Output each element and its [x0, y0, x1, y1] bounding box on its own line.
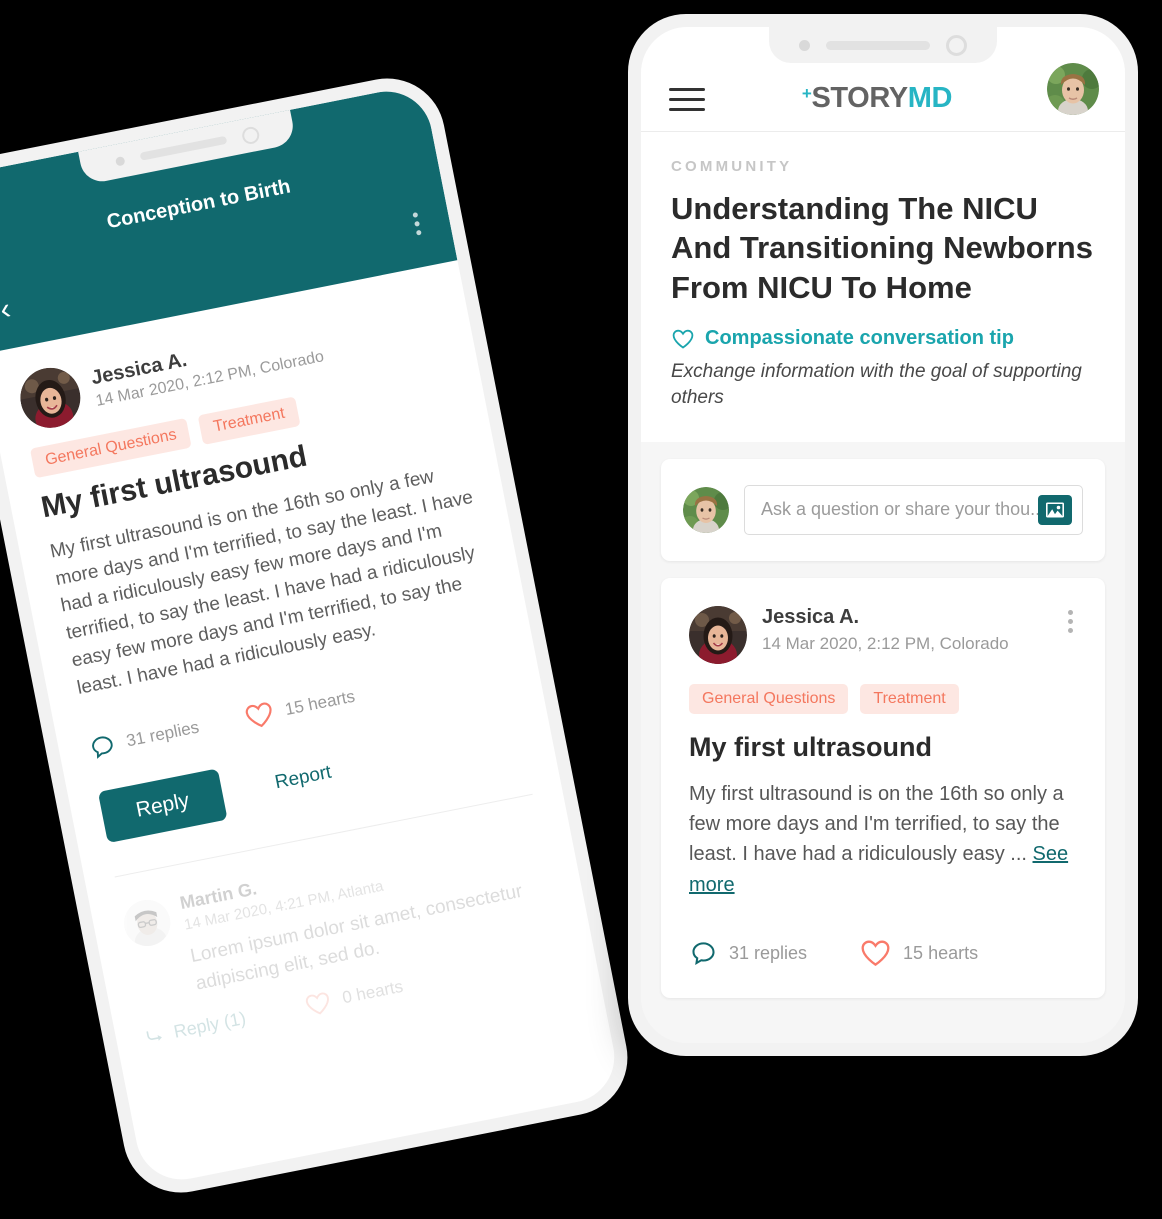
replies-action[interactable]: 31 replies	[87, 714, 202, 762]
comment-bubble-icon	[92, 736, 113, 759]
compose-row	[661, 459, 1105, 561]
left-post-container: Jessica A. 14 Mar 2020, 2:12 PM, Colorad…	[0, 260, 562, 884]
post-actions: 31 replies 15 hearts	[689, 938, 1077, 968]
back-button[interactable]: ‹	[0, 292, 13, 326]
heart-outline-icon	[245, 702, 272, 728]
conversation-tip: Compassionate conversation tip	[671, 327, 1095, 350]
hearts-action[interactable]: 15 hearts	[241, 683, 357, 732]
reply-button[interactable]: Reply	[97, 768, 228, 844]
hearts-action[interactable]: 15 hearts	[859, 938, 978, 968]
replies-count: 31 replies	[729, 942, 808, 963]
right-phone-notch	[769, 27, 997, 63]
phone-mockup-right: + STORY MD COMMUNITY Understanding The N…	[628, 14, 1138, 1056]
heart-outline-icon	[861, 940, 890, 967]
avatar-image	[15, 362, 86, 434]
left-phone-screen: Conception to Birth ‹ Jessica A. 14 Mar …	[0, 83, 623, 1188]
kebab-menu-icon[interactable]	[1064, 606, 1077, 637]
earpiece-speaker	[826, 40, 930, 50]
kebab-menu-icon[interactable]	[412, 212, 422, 236]
avatar-image	[683, 486, 729, 533]
earpiece-speaker	[139, 135, 228, 161]
tag-treatment[interactable]: Treatment	[198, 396, 301, 445]
user-avatar[interactable]	[1047, 63, 1099, 115]
page-title: Understanding The NICU And Transitioning…	[671, 191, 1093, 305]
replies-action[interactable]: 31 replies	[689, 939, 807, 968]
front-camera-icon	[799, 39, 810, 51]
post-body-container: Jessica A. 14 Mar 2020, 2:12 PM, Colorad…	[661, 578, 1105, 999]
logo-story-text: STORY	[811, 82, 908, 114]
avatar-jessica[interactable]	[15, 362, 86, 434]
report-link[interactable]: Report	[273, 762, 333, 795]
compose-user-avatar[interactable]	[683, 486, 729, 533]
post-body-text: My first ultrasound is on the 16th so on…	[689, 782, 1064, 866]
comment-bubble-icon	[692, 941, 715, 965]
compose-input-wrapper[interactable]	[744, 484, 1083, 535]
proximity-sensor-icon	[946, 34, 967, 56]
post-header: Jessica A. 14 Mar 2020, 2:12 PM, Colorad…	[689, 605, 1077, 664]
comment-hearts-action[interactable]: 0 hearts	[302, 974, 405, 1018]
post-author: Jessica A.	[762, 605, 860, 628]
conversation-tip-subtitle: Exchange information with the goal of su…	[671, 361, 1082, 409]
screenshot-stage: Conception to Birth ‹ Jessica A. 14 Mar …	[0, 0, 1162, 1219]
breadcrumb-community: COMMUNITY	[671, 158, 793, 175]
proximity-sensor-icon	[240, 124, 261, 145]
comment-hearts-count: 0 hearts	[340, 976, 405, 1008]
post-meta: 14 Mar 2020, 2:12 PM, Colorado	[762, 633, 1009, 653]
hamburger-menu-icon[interactable]	[667, 84, 707, 115]
heart-outline-icon	[672, 329, 694, 349]
article-intro: COMMUNITY Understanding The NICU And Tra…	[641, 132, 1125, 442]
content-scroll-area[interactable]: COMMUNITY Understanding The NICU And Tra…	[641, 132, 1125, 1043]
reply-arrow-icon	[146, 1031, 162, 1041]
image-glyph	[1046, 502, 1064, 518]
post-tags: General Questions Treatment	[689, 683, 1077, 714]
front-camera-icon	[114, 155, 126, 167]
hearts-count: 15 hearts	[283, 686, 357, 720]
post-title: My first ultrasound	[689, 731, 933, 762]
right-phone-screen: + STORY MD COMMUNITY Understanding The N…	[641, 27, 1125, 1043]
storymd-logo[interactable]: + STORY MD	[801, 82, 953, 115]
avatar-martin[interactable]	[120, 896, 175, 951]
phone-mockup-left: Conception to Birth ‹ Jessica A. 14 Mar …	[0, 68, 638, 1203]
post-body: My first ultrasound is on the 16th so on…	[689, 779, 1077, 901]
compose-card	[661, 458, 1105, 561]
conversation-tip-label: Compassionate conversation tip	[705, 327, 1014, 350]
logo-md-text: MD	[907, 82, 953, 114]
compose-input[interactable]	[761, 499, 1038, 521]
avatar-image	[1047, 63, 1099, 115]
image-upload-icon[interactable]	[1038, 494, 1072, 525]
avatar-image	[689, 605, 747, 664]
comment-reply-label: Reply (1)	[171, 1007, 248, 1042]
hearts-count: 15 hearts	[903, 942, 979, 963]
replies-count: 31 replies	[124, 717, 201, 751]
comment-reply-action[interactable]: Reply (1)	[144, 1007, 247, 1047]
avatar-jessica[interactable]	[689, 605, 747, 664]
tag-general-questions[interactable]: General Questions	[689, 683, 849, 714]
heart-outline-icon	[305, 992, 329, 1014]
avatar-image	[120, 896, 175, 951]
logo-plus-icon: +	[801, 84, 812, 103]
tag-treatment[interactable]: Treatment	[860, 683, 959, 714]
post-card: Jessica A. 14 Mar 2020, 2:12 PM, Colorad…	[661, 577, 1105, 999]
